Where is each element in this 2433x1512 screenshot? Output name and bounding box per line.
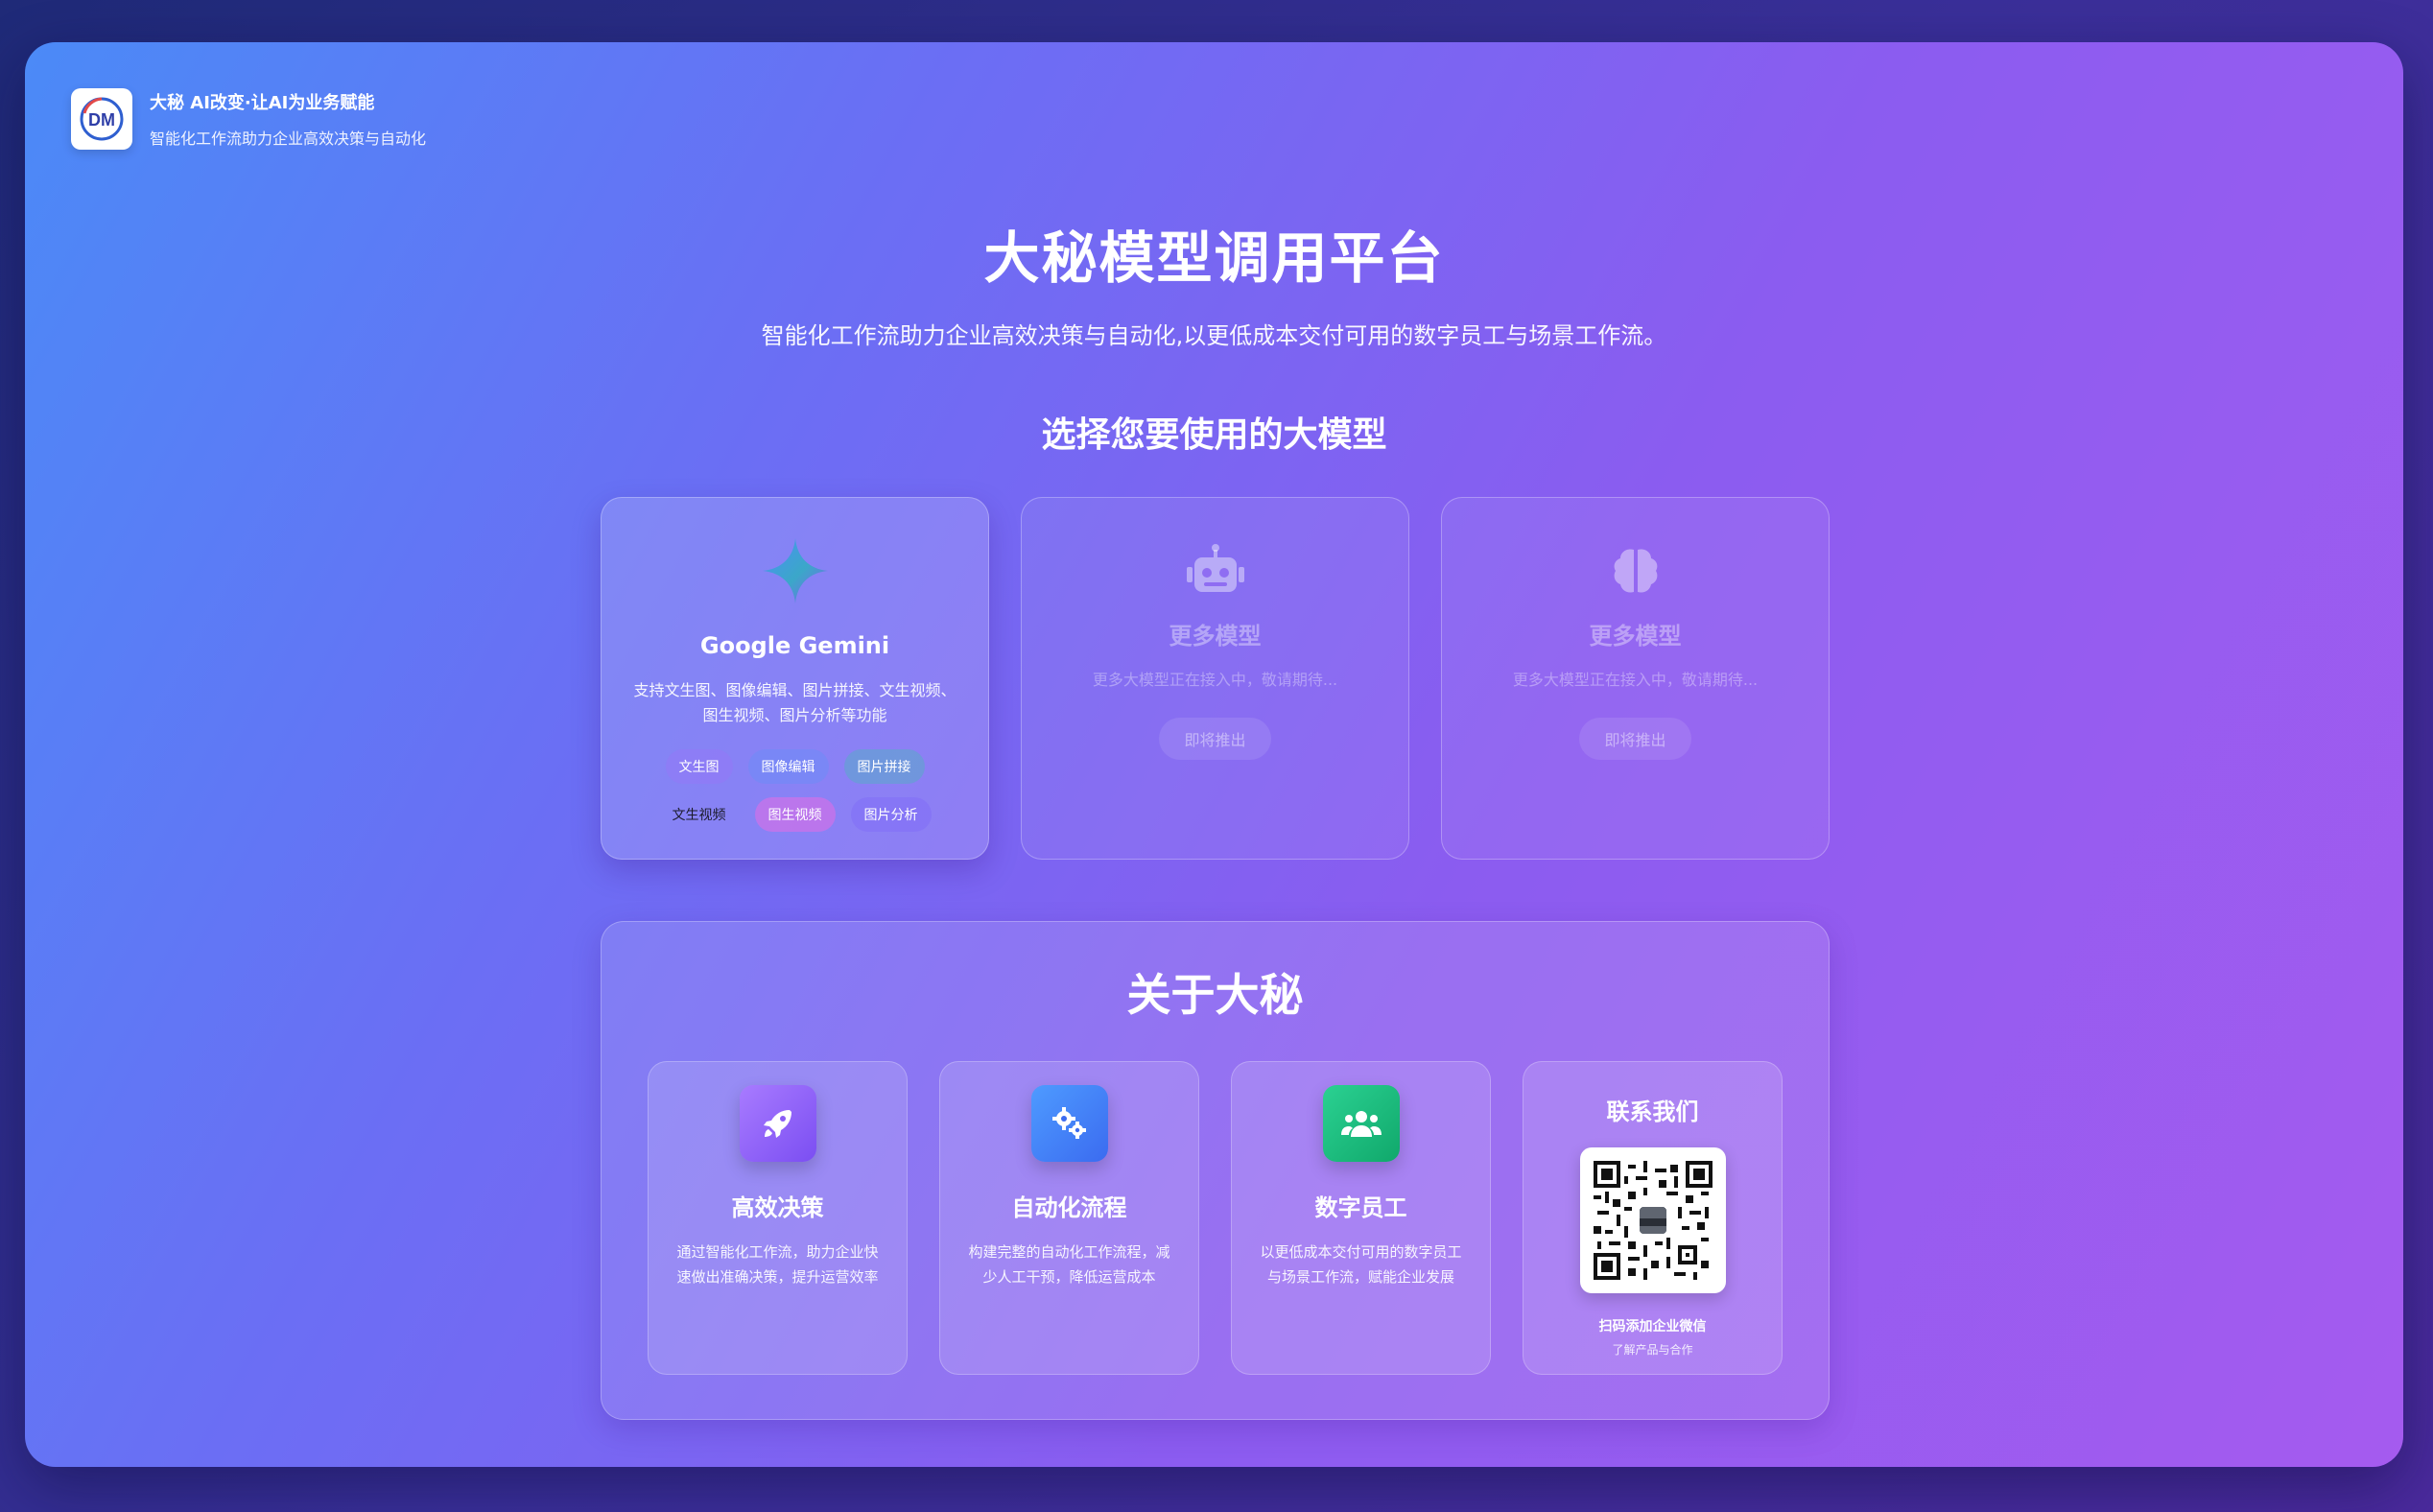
brand-header[interactable]: DM 大秘 AI改变·让AI为业务赋能 智能化工作流助力企业高效决策与自动化	[71, 88, 426, 150]
model-card-gemini[interactable]: Google Gemini 支持文生图、图像编辑、图片拼接、文生视频、图生视频、…	[601, 497, 989, 860]
logo-text: DM	[88, 110, 115, 130]
sparkle-icon	[759, 534, 832, 607]
feature-description: 以更低成本交付可用的数字员工与场景工作流，赋能企业发展	[1260, 1243, 1462, 1286]
model-description: 支持文生图、图像编辑、图片拼接、文生视频、图生视频、图片分析等功能	[633, 681, 957, 724]
brain-icon	[1609, 534, 1663, 607]
tag-image-to-video: 图生视频	[754, 797, 836, 832]
model-description: 更多大模型正在接入中，敬请期待...	[1512, 671, 1759, 689]
dm-logo: DM	[71, 88, 132, 150]
coming-soon-badge: 即将推出	[1159, 718, 1271, 760]
feature-card-automation: 自动化流程 构建完整的自动化工作流程，减少人工干预，降低运营成本	[939, 1061, 1199, 1375]
feature-card-decision: 高效决策 通过智能化工作流，助力企业快速做出准确决策，提升运营效率	[648, 1061, 908, 1375]
model-description: 更多大模型正在接入中，敬请期待...	[1092, 671, 1338, 689]
model-name: Google Gemini	[699, 632, 890, 659]
page-subtitle: 智能化工作流助力企业高效决策与自动化,以更低成本交付可用的数字员工与场景工作流。	[761, 322, 1667, 349]
about-panel: 关于大秘 高效决策 通过智能化工作流，助力企业快速做出准确决策，提升运营效率 自…	[601, 921, 1830, 1420]
qr-label: 扫码添加企业微信	[1598, 1319, 1707, 1335]
tag-image-analysis: 图片分析	[850, 797, 932, 832]
feature-card-digital-staff: 数字员工 以更低成本交付可用的数字员工与场景工作流，赋能企业发展	[1231, 1061, 1491, 1375]
page-title: 大秘模型调用平台	[983, 225, 1445, 291]
model-name: 更多模型	[1589, 623, 1682, 650]
tag-image-stitch: 图片拼接	[843, 749, 925, 784]
rocket-icon	[739, 1085, 816, 1162]
model-name: 更多模型	[1169, 623, 1262, 650]
tag-text-to-video: 文生视频	[672, 808, 726, 823]
users-icon	[1322, 1085, 1400, 1162]
feature-description: 构建完整的自动化工作流程，减少人工干预，降低运营成本	[968, 1243, 1170, 1286]
model-card-more-2: 更多模型 更多大模型正在接入中，敬请期待... 即将推出	[1441, 497, 1830, 860]
about-title: 关于大秘	[1126, 969, 1304, 1021]
model-list: Google Gemini 支持文生图、图像编辑、图片拼接、文生视频、图生视频、…	[601, 497, 1830, 860]
feature-title: 高效决策	[731, 1194, 824, 1221]
robot-icon	[1185, 534, 1246, 607]
feature-description: 通过智能化工作流，助力企业快速做出准确决策，提升运营效率	[676, 1243, 879, 1286]
brand-title: 大秘 AI改变·让AI为业务赋能	[150, 93, 375, 113]
feature-title: 数字员工	[1314, 1194, 1407, 1221]
contact-card: 联系我们 扫码添加企业微信 了解产品与合作	[1523, 1061, 1783, 1375]
gears-icon	[1030, 1085, 1108, 1162]
wechat-qr-code[interactable]	[1579, 1147, 1726, 1293]
tag-image-edit: 图像编辑	[747, 749, 829, 784]
brand-subtitle: 智能化工作流助力企业高效决策与自动化	[150, 130, 427, 148]
feature-title: 自动化流程	[1011, 1194, 1127, 1221]
model-tags: 文生图 图像编辑 图片拼接 文生视频 图生视频 图片分析	[651, 749, 939, 832]
qr-sublabel: 了解产品与合作	[1612, 1343, 1693, 1357]
model-card-more-1: 更多模型 更多大模型正在接入中，敬请期待... 即将推出	[1021, 497, 1409, 860]
tag-text-to-image: 文生图	[665, 749, 733, 784]
contact-title: 联系我们	[1606, 1099, 1699, 1125]
coming-soon-badge: 即将推出	[1579, 718, 1691, 760]
models-section-title: 选择您要使用的大模型	[1041, 415, 1387, 455]
app-window: DM 大秘 AI改变·让AI为业务赋能 智能化工作流助力企业高效决策与自动化 大…	[25, 42, 2403, 1467]
